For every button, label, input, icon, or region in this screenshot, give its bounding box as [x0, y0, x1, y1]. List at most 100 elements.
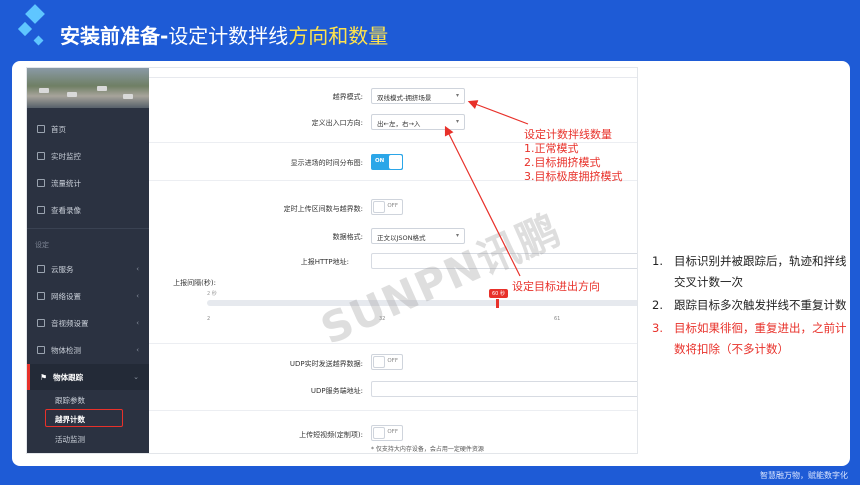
flag-icon: ⚑ — [40, 372, 48, 382]
sidebar-section-settings: 设定 — [35, 241, 49, 249]
annotation-count-item: 3.目标极度拥挤模式 — [524, 170, 623, 183]
chevron-left-icon: ‹ — [136, 346, 139, 354]
thumbnail-car — [97, 86, 107, 91]
udp-label: UDP实时发送越界数据: — [289, 360, 363, 368]
direction-label: 定义出入口方向: — [311, 119, 363, 127]
slider-tick: 61 — [554, 316, 561, 322]
sidebar-divider — [27, 228, 149, 229]
monitor-icon — [37, 152, 45, 160]
sidebar-item-stats[interactable]: 流量统计 — [27, 170, 149, 196]
slider-min-badge: 2 秒 — [207, 291, 217, 297]
note-item: 1. 目标识别并被跟踪后，轨迹和拌线交叉计数一次 — [652, 251, 850, 293]
show-time-toggle[interactable]: ON — [371, 154, 403, 170]
calendar-icon — [37, 179, 45, 187]
chevron-left-icon: ‹ — [136, 265, 139, 273]
thumbnail-car — [39, 88, 49, 93]
note-number: 1. — [652, 254, 663, 268]
toggle-state: ON — [375, 158, 385, 164]
note-item: 3. 目标如果徘徊，重复进出，之前计数将扣除（不多计数） — [652, 318, 850, 360]
slider-thumb[interactable] — [495, 298, 499, 308]
sidebar-item-label: 实时监控 — [51, 151, 81, 161]
upload-toggle[interactable]: OFF — [371, 199, 403, 215]
slider-tick: 2 — [207, 316, 211, 322]
udp-address-label: UDP服务端地址: — [310, 387, 363, 395]
chevron-left-icon: ‹ — [136, 319, 139, 327]
udp-address-input[interactable] — [371, 381, 637, 397]
sidebar-item-label: 物体检测 — [51, 345, 81, 355]
sidebar-item-label: 音视频设置 — [51, 318, 89, 328]
logo-diamond-large — [25, 4, 45, 24]
toggle-state: OFF — [387, 429, 398, 435]
cube-icon — [37, 346, 45, 354]
mode-select-value: 双线模式-拥挤场景 — [377, 94, 432, 102]
video-icon — [37, 206, 45, 214]
video-toggle[interactable]: OFF — [371, 425, 403, 441]
network-icon — [37, 292, 45, 300]
sidebar-item-label: 流量统计 — [51, 178, 81, 188]
slide-title: 安装前准备-设定计数拌线方向和数量 — [60, 20, 388, 49]
udp-toggle[interactable]: OFF — [371, 354, 403, 370]
slide-title-main: 安装前准备- — [60, 24, 169, 48]
note-number: 2. — [652, 298, 663, 312]
slide-title-sub-a: 设定计数拌线 — [168, 24, 289, 48]
mode-label: 越界模式: — [332, 93, 363, 101]
sidebar-item-tracking[interactable]: ⚑ 物体跟踪 ⌄ — [27, 364, 149, 390]
logo-diamond-small — [33, 35, 44, 46]
thumbnail-car — [123, 94, 133, 99]
camera-thumbnail — [27, 68, 149, 108]
sidebar: 首页 实时监控 流量统计 查看录像 设定 云服务 ‹ 网络设置 ‹ 音视频设置 … — [27, 68, 149, 453]
http-label: 上报HTTP地址: — [300, 258, 349, 266]
sidebar-item-live[interactable]: 实时监控 — [27, 143, 149, 169]
logo-diamond-medium — [17, 21, 33, 37]
direction-select-value: 出←左，右→入 — [377, 120, 421, 128]
note-text: 目标如果徘徊，重复进出，之前计数将扣除（不多计数） — [674, 321, 847, 356]
toggle-knob — [373, 356, 385, 368]
sidebar-item-detection[interactable]: 物体检测 ‹ — [27, 337, 149, 363]
direction-select[interactable]: 出←左，右→入 ▾ — [371, 114, 465, 130]
annotation-direction: 设定目标进出方向 — [512, 280, 600, 293]
chevron-left-icon: ‹ — [136, 292, 139, 300]
sidebar-item-recordings[interactable]: 查看录像 — [27, 197, 149, 223]
thumbnail-car — [67, 92, 77, 97]
mode-select[interactable]: 双线模式-拥挤场景 ▾ — [371, 88, 465, 104]
media-icon — [37, 319, 45, 327]
video-note: * 仅支持大内存设备，会占用一定硬件资源 — [371, 446, 484, 453]
toggle-knob — [373, 201, 385, 213]
chevron-down-icon: ▾ — [455, 118, 459, 125]
content-card: 首页 实时监控 流量统计 查看录像 设定 云服务 ‹ 网络设置 ‹ 音视频设置 … — [12, 61, 850, 466]
format-select-value: 正文以JSON格式 — [377, 234, 426, 242]
brand-logo — [14, 4, 54, 55]
sidebar-subitem-activity[interactable]: 活动监测 — [55, 434, 85, 445]
sidebar-item-label: 网络设置 — [51, 291, 81, 301]
annotation-count: 设定计数拌线数量 1.正常模式 2.目标拥挤模式 3.目标极度拥挤模式 — [524, 128, 623, 184]
chevron-down-icon: ▾ — [455, 92, 459, 99]
annotation-count-item: 1.正常模式 — [524, 142, 579, 155]
upload-label: 定时上传区间数与越界数: — [283, 205, 363, 213]
slide-title-sub-b: 方向和数量 — [288, 24, 389, 48]
sidebar-item-label: 首页 — [51, 124, 66, 134]
sidebar-subitem-track-params[interactable]: 跟踪参数 — [55, 395, 85, 406]
sidebar-item-label: 物体跟踪 — [53, 372, 84, 382]
note-text: 跟踪目标多次触发拌线不重复计数 — [674, 298, 847, 312]
home-icon — [37, 125, 45, 133]
sidebar-item-label: 查看录像 — [51, 205, 81, 215]
note-text: 目标识别并被跟踪后，轨迹和拌线交叉计数一次 — [674, 254, 847, 289]
note-number: 3. — [652, 321, 663, 335]
toggle-state: OFF — [387, 358, 398, 364]
toggle-state: OFF — [387, 203, 398, 209]
toggle-knob — [373, 427, 385, 439]
cloud-icon — [37, 265, 45, 273]
annotation-count-item: 2.目标拥挤模式 — [524, 156, 601, 169]
form-divider — [149, 410, 637, 411]
slider-value-badge: 60 秒 — [489, 289, 508, 298]
format-label: 数据格式: — [332, 233, 363, 241]
sidebar-item-av[interactable]: 音视频设置 ‹ — [27, 310, 149, 336]
form-divider — [149, 343, 637, 344]
interval-label: 上报间隔(秒): — [173, 279, 216, 287]
footer-slogan: 智慧融万物，赋能数字化 — [760, 471, 848, 480]
show-time-label: 显示进场的时间分布图: — [290, 159, 363, 167]
video-label: 上传短视频(定制项): — [299, 431, 363, 439]
sidebar-item-label: 云服务 — [51, 264, 74, 274]
sidebar-item-home[interactable]: 首页 — [27, 116, 149, 142]
toggle-knob — [389, 155, 402, 169]
